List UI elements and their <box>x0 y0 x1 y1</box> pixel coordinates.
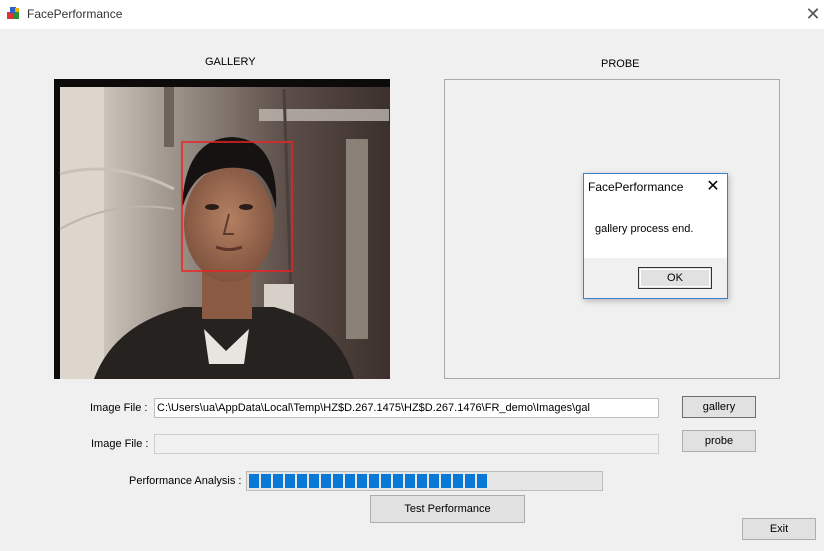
progress-segment <box>333 474 343 488</box>
probe-path-field[interactable] <box>154 434 659 454</box>
progress-segment <box>477 474 487 488</box>
exit-button[interactable]: Exit <box>742 518 816 540</box>
window-title: FacePerformance <box>27 7 123 21</box>
progress-segment <box>429 474 439 488</box>
progress-segment <box>381 474 391 488</box>
progress-segment <box>369 474 379 488</box>
dialog-footer: OK <box>584 258 727 298</box>
gallery-button[interactable]: gallery <box>682 396 756 418</box>
app-cube-icon <box>6 6 21 21</box>
progress-segment <box>393 474 403 488</box>
ok-button[interactable]: OK <box>638 267 712 289</box>
performance-progress-bar <box>246 471 603 491</box>
message-dialog: FacePerformance ✕ gallery process end. O… <box>583 173 728 299</box>
progress-segment <box>321 474 331 488</box>
progress-segment <box>249 474 259 488</box>
dialog-message: gallery process end. <box>595 223 694 235</box>
progress-segment <box>357 474 367 488</box>
progress-segment <box>345 474 355 488</box>
progress-fill <box>249 474 491 488</box>
dialog-title: FacePerformance <box>588 180 684 194</box>
gallery-heading: GALLERY <box>205 56 256 68</box>
gallery-image <box>54 79 390 379</box>
probe-heading: PROBE <box>601 58 640 70</box>
title-bar: FacePerformance ✕ <box>0 0 824 29</box>
test-performance-button[interactable]: Test Performance <box>370 495 525 523</box>
probe-button[interactable]: probe <box>682 430 756 452</box>
window-close-icon[interactable]: ✕ <box>800 3 824 25</box>
probe-file-label: Image File : <box>91 438 149 450</box>
gallery-file-label: Image File : <box>90 402 148 414</box>
progress-segment <box>261 474 271 488</box>
gallery-path-field[interactable]: C:\Users\ua\AppData\Local\Temp\HZ$D.267.… <box>154 398 659 418</box>
progress-segment <box>405 474 415 488</box>
progress-segment <box>309 474 319 488</box>
progress-segment <box>441 474 451 488</box>
progress-segment <box>417 474 427 488</box>
progress-segment <box>273 474 283 488</box>
progress-segment <box>285 474 295 488</box>
progress-segment <box>297 474 307 488</box>
progress-segment <box>465 474 475 488</box>
progress-segment <box>453 474 463 488</box>
performance-analysis-label: Performance Analysis : <box>129 475 242 487</box>
dialog-close-icon[interactable]: ✕ <box>702 177 724 197</box>
